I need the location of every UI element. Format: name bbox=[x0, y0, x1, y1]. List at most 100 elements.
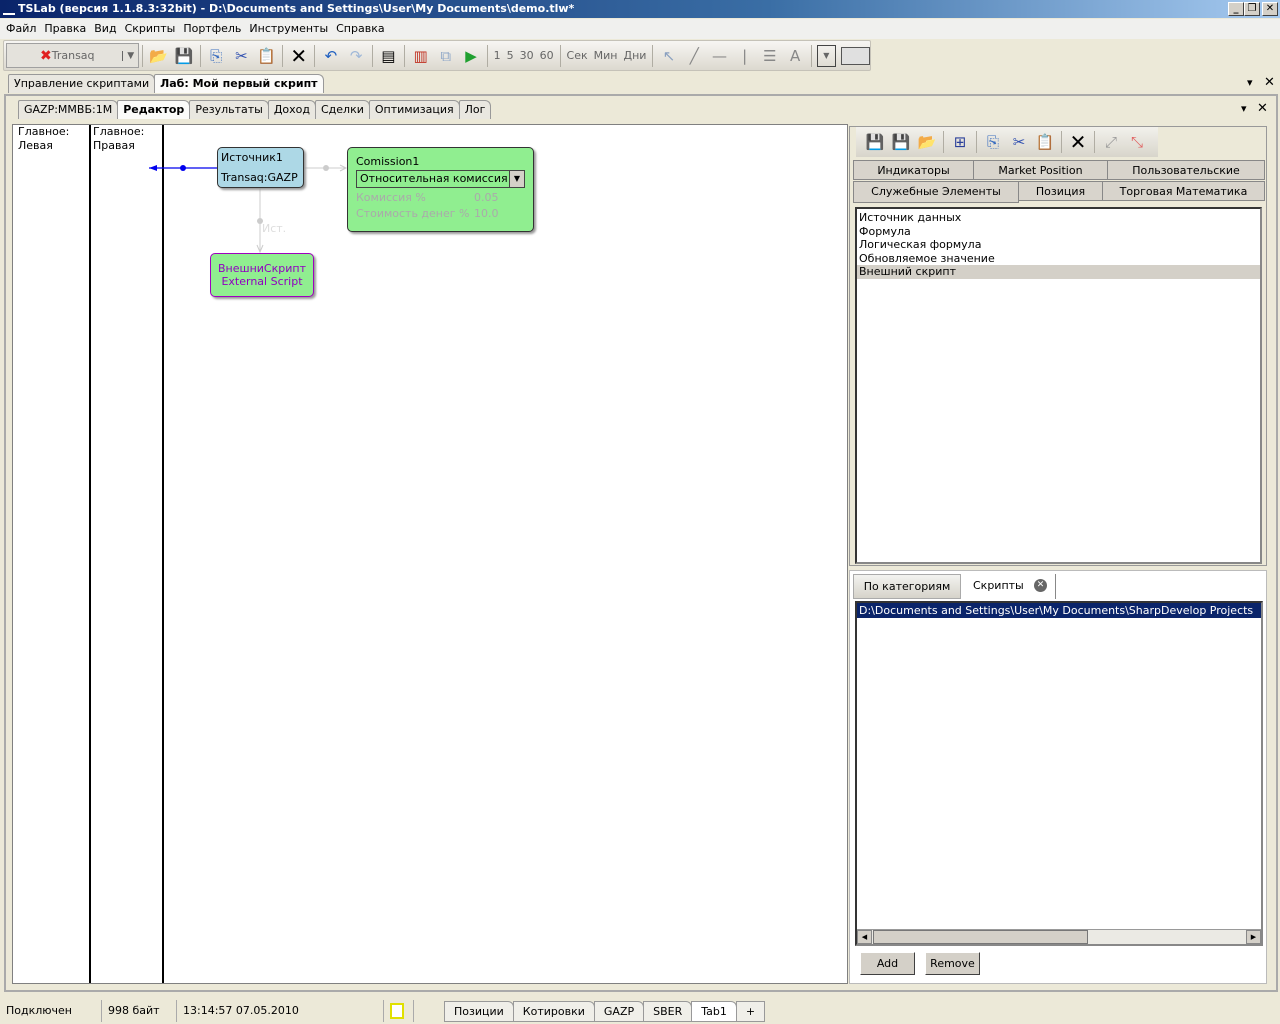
text-icon[interactable]: A bbox=[784, 45, 805, 67]
tab-log[interactable]: Лог bbox=[458, 100, 492, 119]
list-item-selected[interactable]: Внешний скрипт bbox=[857, 265, 1260, 279]
disconnect-icon[interactable]: ⤡ bbox=[1126, 131, 1148, 153]
list-item-selected[interactable]: D:\Documents and Settings\User\My Docume… bbox=[857, 603, 1261, 618]
interval-30[interactable]: 30 bbox=[520, 49, 534, 62]
color-dropdown-icon[interactable]: ▼ bbox=[816, 44, 837, 67]
list-item[interactable]: Обновляемое значение bbox=[857, 252, 1260, 266]
run-icon[interactable]: ▶ bbox=[460, 45, 481, 67]
paste-icon[interactable]: 📋 bbox=[256, 45, 277, 67]
tab-service-elements[interactable]: Служебные Элементы bbox=[853, 181, 1019, 203]
interval-60[interactable]: 60 bbox=[540, 49, 554, 62]
horizontal-line-icon[interactable]: — bbox=[709, 45, 730, 67]
close-tab-icon[interactable]: ✕ bbox=[1257, 101, 1268, 116]
tab-script-manager[interactable]: Управление скриптами bbox=[8, 74, 156, 93]
unit-days[interactable]: Дни bbox=[623, 49, 646, 62]
scroll-thumb[interactable] bbox=[873, 930, 1088, 944]
script-editor-canvas[interactable]: Главное: Левая Главное: Правая Источник1 T… bbox=[12, 124, 848, 984]
tab-tab1[interactable]: Tab1 bbox=[691, 1000, 737, 1022]
copy-icon[interactable]: ⎘ bbox=[982, 131, 1004, 153]
horizontal-scrollbar[interactable]: ◀ ▶ bbox=[857, 929, 1261, 944]
param-row[interactable]: Стоимость денег % 10.0 bbox=[356, 207, 525, 220]
node-type: External Script bbox=[221, 275, 303, 288]
grid-icon[interactable]: ⊞ bbox=[949, 131, 971, 153]
menu-view[interactable]: Вид bbox=[92, 19, 122, 39]
tab-position[interactable]: Позиция bbox=[1018, 181, 1103, 201]
pin-icon[interactable]: ▾ bbox=[1241, 102, 1247, 115]
tab-optimization[interactable]: Оптимизация bbox=[368, 100, 460, 119]
tab-trades[interactable]: Сделки bbox=[315, 100, 370, 119]
tab-market-position[interactable]: Market Position bbox=[973, 160, 1108, 180]
copy-icon[interactable]: ⎘ bbox=[206, 45, 227, 67]
color-swatch[interactable] bbox=[841, 46, 871, 65]
param-row[interactable]: Комиссия % 0.05 bbox=[356, 191, 525, 204]
source-node[interactable]: Источник1 Transaq:GAZP bbox=[217, 147, 304, 188]
tab-indicators[interactable]: Индикаторы bbox=[853, 160, 974, 180]
menu-tools[interactable]: Инструменты bbox=[247, 19, 334, 39]
tab-quotes[interactable]: Котировки bbox=[512, 1000, 595, 1022]
tab-instrument[interactable]: GAZP:ММВБ:1М bbox=[18, 100, 119, 119]
menu-help[interactable]: Справка bbox=[334, 19, 390, 39]
chart-icon[interactable]: ▥ bbox=[410, 45, 431, 67]
tab-gazp[interactable]: GAZP bbox=[593, 1000, 645, 1022]
scroll-right-icon[interactable]: ▶ bbox=[1246, 930, 1261, 944]
save-icon[interactable]: 💾 bbox=[173, 45, 194, 67]
close-icon[interactable]: ✕ bbox=[1034, 579, 1047, 592]
delete-icon[interactable]: ✕ bbox=[288, 44, 309, 68]
fibonacci-icon[interactable]: ☰ bbox=[759, 45, 780, 67]
open-icon[interactable]: 📂 bbox=[148, 45, 169, 67]
window-title: TSLab (версия 1.1.8.3:32bit) - D:\Docume… bbox=[18, 2, 575, 15]
tab-positions[interactable]: Позиции bbox=[444, 1000, 514, 1022]
save-as-icon[interactable]: 💾 bbox=[890, 131, 912, 153]
external-script-node[interactable]: ВнешниСкрипт External Script bbox=[210, 253, 314, 297]
connect-icon[interactable]: ⤢ bbox=[1100, 131, 1122, 153]
tab-custom[interactable]: Пользовательские bbox=[1107, 160, 1265, 180]
undo-icon[interactable]: ↶ bbox=[320, 45, 341, 67]
cut-icon[interactable]: ✂ bbox=[1008, 131, 1030, 153]
minimize-button[interactable]: _ bbox=[1228, 2, 1244, 16]
add-tab-button[interactable]: + bbox=[735, 1000, 766, 1022]
commission-type-select[interactable]: Относительная комиссия ▼ bbox=[356, 170, 525, 188]
tab-scripts[interactable]: Скрипты ✕ bbox=[961, 574, 1056, 599]
scroll-left-icon[interactable]: ◀ bbox=[857, 930, 872, 944]
menu-edit[interactable]: Правка bbox=[42, 19, 92, 39]
diagram-icon[interactable]: ⧉ bbox=[435, 45, 456, 67]
save-icon[interactable]: 💾 bbox=[864, 131, 886, 153]
open-icon[interactable]: 📂 bbox=[916, 131, 938, 153]
vertical-line-icon[interactable]: | bbox=[734, 45, 755, 67]
tab-by-category[interactable]: По категориям bbox=[853, 574, 961, 599]
tab-editor[interactable]: Редактор bbox=[117, 100, 191, 119]
tab-sber[interactable]: SBER bbox=[643, 1000, 693, 1022]
tab-income[interactable]: Доход bbox=[267, 100, 316, 119]
list-item[interactable]: Логическая формула bbox=[857, 238, 1260, 252]
tab-lab[interactable]: Лаб: Мой первый скрипт bbox=[154, 74, 324, 93]
line-icon[interactable]: ╱ bbox=[684, 45, 705, 67]
delete-icon[interactable]: ✕ bbox=[1067, 130, 1089, 154]
pin-icon[interactable]: ▾ bbox=[1247, 76, 1253, 89]
remove-button[interactable]: Remove bbox=[925, 952, 980, 975]
list-item[interactable]: Источник данных bbox=[857, 211, 1260, 225]
menu-file[interactable]: Файл bbox=[4, 19, 42, 39]
tab-trading-math[interactable]: Торговая Математика bbox=[1102, 181, 1265, 201]
close-doc-icon[interactable]: ✕ bbox=[1264, 75, 1275, 90]
interval-5[interactable]: 5 bbox=[507, 49, 514, 62]
add-button[interactable]: Add bbox=[860, 952, 915, 975]
edge-label: Ист. bbox=[262, 222, 287, 235]
tab-label: Скрипты bbox=[973, 579, 1024, 592]
unit-seconds[interactable]: Сек bbox=[567, 49, 588, 62]
interval-1[interactable]: 1 bbox=[494, 49, 501, 62]
commission-node[interactable]: Comission1 Относительная комиссия ▼ Комис… bbox=[347, 147, 534, 232]
list-item[interactable]: Формула bbox=[857, 225, 1260, 239]
connection-select[interactable]: ✖ Transaq ▼ bbox=[6, 43, 140, 68]
cut-icon[interactable]: ✂ bbox=[231, 45, 252, 67]
restore-button[interactable]: ❐ bbox=[1244, 2, 1260, 16]
script-status[interactable] bbox=[384, 1000, 414, 1022]
paste-icon[interactable]: 📋 bbox=[1034, 131, 1056, 153]
unit-minutes[interactable]: Мин bbox=[594, 49, 618, 62]
close-button[interactable]: ✕ bbox=[1262, 2, 1278, 16]
redo-icon[interactable]: ↷ bbox=[346, 45, 367, 67]
menu-portfolio[interactable]: Портфель bbox=[181, 19, 247, 39]
tab-results[interactable]: Результаты bbox=[189, 100, 269, 119]
pointer-icon[interactable]: ↖ bbox=[658, 45, 679, 67]
properties-icon[interactable]: ▤ bbox=[378, 45, 399, 67]
menu-scripts[interactable]: Скрипты bbox=[123, 19, 182, 39]
